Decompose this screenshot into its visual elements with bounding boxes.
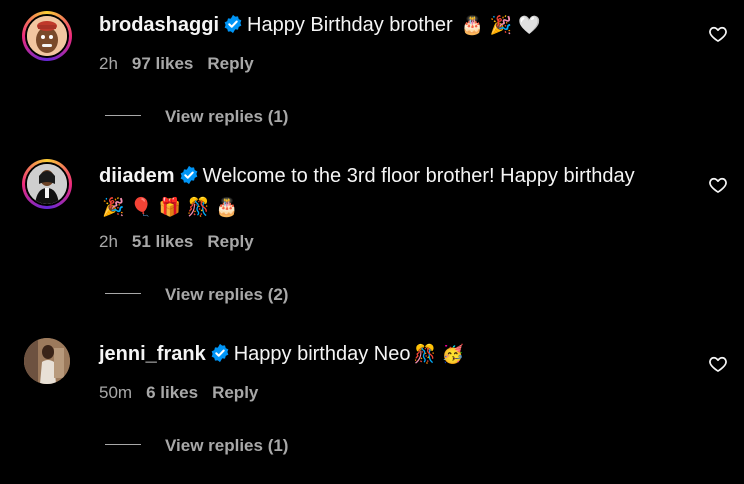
comment-body: Happy Birthday brother — [247, 14, 453, 36]
reply-button[interactable]: Reply — [212, 383, 258, 402]
cartoon-avatar-icon — [25, 14, 69, 58]
view-replies-label: View replies (1) — [165, 107, 289, 126]
username-link[interactable]: jenni_frank — [99, 343, 206, 365]
view-replies-button[interactable]: View replies (1) — [105, 107, 288, 127]
comment-text: diiadem Welcome to the 3rd floor brother!… — [99, 161, 679, 223]
white-heart-emoji: 🤍 — [518, 15, 541, 35]
replies-divider — [105, 115, 141, 116]
timestamp: 50m — [99, 383, 133, 402]
timestamp: 2h — [99, 232, 118, 251]
heart-icon[interactable] — [708, 175, 728, 195]
view-replies-button[interactable]: View replies (2) — [105, 285, 288, 305]
verified-badge-icon — [211, 343, 229, 363]
party-popper-emoji: 🎉 — [489, 15, 513, 35]
party-popper-emoji: 🎉 — [102, 197, 125, 217]
comment-text: jenni_frank Happy birthday Neo 🎊 🥳 — [99, 339, 679, 370]
avatar[interactable] — [22, 336, 72, 386]
portrait-avatar-icon — [25, 162, 69, 206]
replies-divider — [105, 293, 141, 294]
comment-meta: 50m 6 likes Reply — [99, 383, 272, 403]
reply-button[interactable]: Reply — [207, 54, 253, 73]
photo-avatar-icon — [24, 338, 70, 384]
comment-meta: 2h 97 likes Reply — [99, 54, 268, 74]
view-replies-label: View replies (2) — [165, 285, 289, 304]
likes-count[interactable]: 51 likes — [132, 232, 193, 251]
likes-count[interactable]: 97 likes — [132, 54, 193, 73]
heart-icon[interactable] — [708, 24, 728, 44]
confetti-ball-emoji: 🎊 — [187, 197, 210, 217]
replies-divider — [105, 444, 141, 445]
avatar[interactable] — [22, 11, 72, 61]
partying-face-emoji: 🥳 — [441, 344, 465, 364]
comment-meta: 2h 51 likes Reply — [99, 232, 268, 252]
cake-emoji: 🎂 — [461, 15, 484, 35]
timestamp: 2h — [99, 54, 118, 73]
heart-icon[interactable] — [708, 354, 728, 374]
cake-emoji: 🎂 — [215, 197, 239, 217]
verified-badge-icon — [224, 14, 242, 34]
likes-count[interactable]: 6 likes — [146, 383, 198, 402]
comment-body: Welcome to the 3rd floor brother! Happy … — [202, 165, 635, 187]
view-replies-label: View replies (1) — [165, 436, 289, 455]
balloon-emoji: 🎈 — [130, 197, 153, 217]
view-replies-button[interactable]: View replies (1) — [105, 436, 288, 456]
username-link[interactable]: diiadem — [99, 165, 175, 187]
confetti-ball-emoji: 🎊 — [413, 344, 436, 364]
comment-text: brodashaggi Happy Birthday brother 🎂 🎉 🤍 — [99, 10, 679, 41]
username-link[interactable]: brodashaggi — [99, 14, 219, 36]
gift-emoji: 🎁 — [158, 197, 182, 217]
verified-badge-icon — [180, 165, 197, 185]
comment-body: Happy birthday Neo — [233, 343, 411, 365]
reply-button[interactable]: Reply — [207, 232, 253, 251]
avatar[interactable] — [22, 159, 72, 209]
